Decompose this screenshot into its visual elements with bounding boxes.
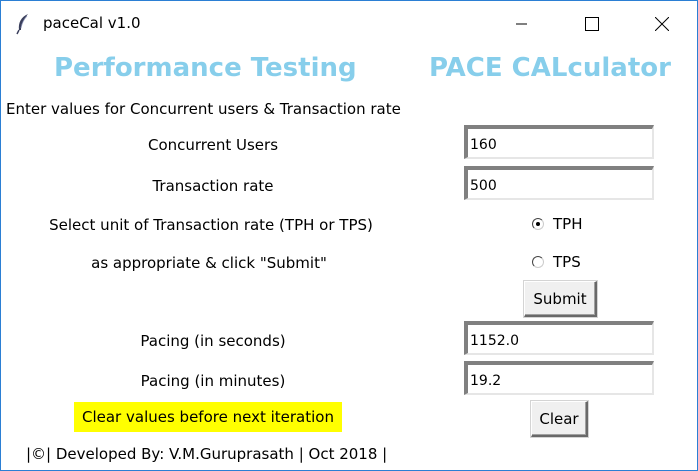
close-button[interactable] xyxy=(639,1,685,47)
radio-tph-label: TPH xyxy=(553,215,583,233)
radio-unselected-icon xyxy=(532,256,544,268)
title-bar[interactable]: paceCal v1.0 xyxy=(1,1,697,47)
submit-button[interactable]: Submit xyxy=(524,281,597,317)
radio-tph[interactable]: TPH xyxy=(532,215,583,233)
transaction-rate-input[interactable] xyxy=(464,166,654,200)
unit-prompt-line1: Select unit of Transaction rate (TPH or … xyxy=(49,216,373,234)
close-icon xyxy=(655,17,669,31)
heading-performance-testing: Performance Testing xyxy=(54,53,357,83)
pacing-minutes-label: Pacing (in minutes) xyxy=(140,372,286,390)
radio-tps-label: TPS xyxy=(553,253,581,271)
radio-selected-icon xyxy=(532,218,544,230)
maximize-button[interactable] xyxy=(569,1,615,47)
concurrent-users-label: Concurrent Users xyxy=(147,136,279,154)
heading-pace-calculator: PACE CALculator xyxy=(429,53,671,83)
radio-tps[interactable]: TPS xyxy=(532,253,581,271)
main-panel: Performance Testing PACE CALculator Ente… xyxy=(1,47,697,470)
app-window: paceCal v1.0 Performance Testing PACE CA… xyxy=(0,0,698,471)
pacing-minutes-output[interactable] xyxy=(464,361,654,395)
minimize-button[interactable] xyxy=(499,1,545,47)
clear-note: Clear values before next iteration xyxy=(74,402,342,432)
footer-credit: |©| Developed By: V.M.Guruprasath | Oct … xyxy=(26,445,388,463)
pacing-seconds-label: Pacing (in seconds) xyxy=(140,332,286,350)
clear-button[interactable]: Clear xyxy=(531,401,588,437)
unit-prompt-line2: as appropriate & click "Submit" xyxy=(91,254,327,272)
concurrent-users-input[interactable] xyxy=(464,125,654,159)
feather-icon xyxy=(15,13,31,35)
pacing-seconds-output[interactable] xyxy=(464,321,654,355)
minimize-icon xyxy=(516,23,527,25)
intro-text: Enter values for Concurrent users & Tran… xyxy=(6,100,401,118)
window-title: paceCal v1.0 xyxy=(43,14,141,32)
transaction-rate-label: Transaction rate xyxy=(152,177,274,195)
maximize-icon xyxy=(585,17,599,31)
